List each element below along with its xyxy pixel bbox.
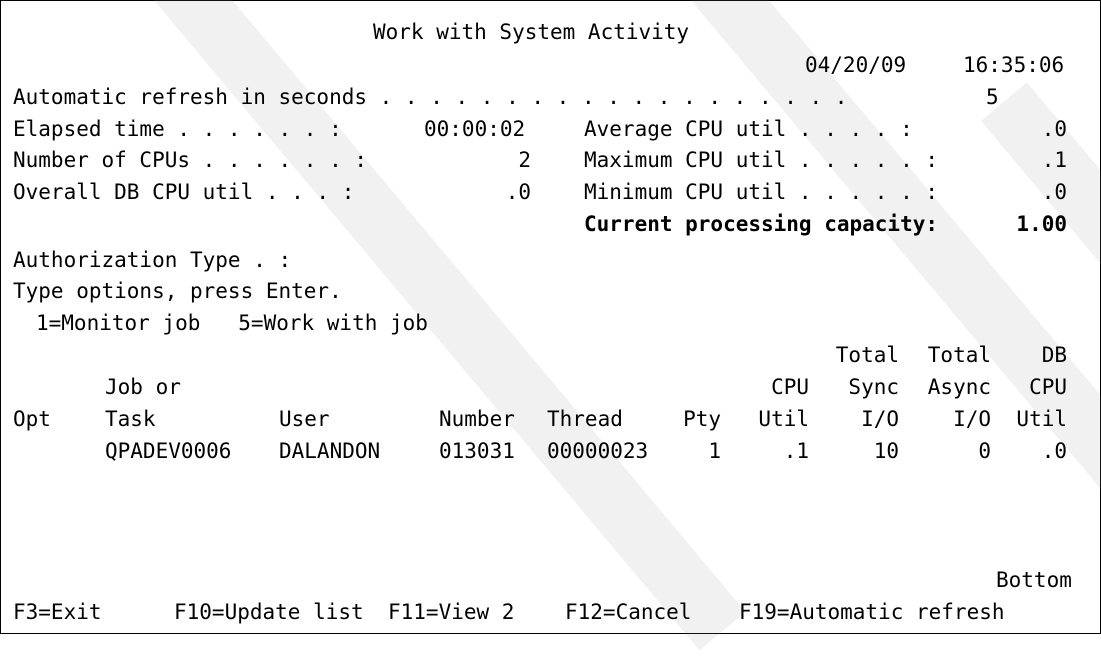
screen-time: 16:35:06 [963, 53, 1065, 77]
overall-db-cpu-value: .0 [505, 180, 531, 204]
col-db-top1: DB [1041, 343, 1067, 367]
option-input[interactable] [13, 438, 61, 464]
minimum-cpu-label: Minimum CPU util . . . . . : [584, 180, 939, 204]
options-legend: 1=Monitor job 5=Work with job [36, 311, 428, 335]
col-number: Number [439, 407, 515, 431]
col-db-top2: CPU [1029, 375, 1067, 399]
job-name-cell: QPADEV0006 [105, 439, 232, 463]
number-of-cpus-value: 2 [518, 148, 531, 172]
col-cpu-util: Util [758, 407, 809, 431]
bottom-indicator: Bottom [996, 568, 1072, 592]
maximum-cpu-value: .1 [1041, 148, 1067, 172]
col-thread: Thread [547, 407, 623, 431]
f10-update-list-key[interactable]: F10=Update list [174, 599, 364, 625]
col-cpu-top: CPU [771, 375, 809, 399]
overall-db-cpu-label: Overall DB CPU util . . . : [13, 180, 355, 204]
authorization-type-label: Authorization Type . : [13, 248, 292, 272]
col-total-sync-top1: Total [835, 343, 899, 367]
screen-date: 04/20/09 [805, 53, 907, 77]
average-cpu-value: .0 [1041, 117, 1067, 141]
average-cpu-label: Average CPU util . . . . : [584, 117, 913, 141]
minimum-cpu-value: .0 [1041, 180, 1067, 204]
col-job-top: Job or [105, 375, 181, 399]
priority-cell: 1 [708, 439, 721, 463]
col-opt: Opt [13, 407, 51, 431]
col-pty: Pty [683, 407, 721, 431]
processing-capacity-value: 1.00 [1016, 212, 1067, 236]
thread-cell: 00000023 [547, 439, 649, 463]
col-user: User [279, 407, 330, 431]
col-total-sync-top2: Sync [848, 375, 899, 399]
f12-cancel-key[interactable]: F12=Cancel [565, 599, 691, 625]
async-io-cell: 0 [978, 439, 991, 463]
col-db-cpu-util: Util [1016, 407, 1067, 431]
f11-view-2-key[interactable]: F11=View 2 [388, 599, 514, 625]
col-task: Task [105, 407, 156, 431]
refresh-label: Automatic refresh in seconds . . . . . .… [13, 85, 848, 109]
f19-automatic-refresh-key[interactable]: F19=Automatic refresh [739, 599, 1005, 625]
col-total-async-io: I/O [953, 407, 991, 431]
db-cpu-util-cell: .0 [1041, 439, 1067, 463]
refresh-interval-field[interactable]: 5 [986, 84, 999, 110]
elapsed-time-value: 00:00:02 [424, 117, 526, 141]
instructions-text: Type options, press Enter. [13, 279, 342, 303]
elapsed-time-label: Elapsed time . . . . . . : [13, 117, 342, 141]
screen-title: Work with System Activity [373, 20, 690, 44]
number-cell: 013031 [439, 439, 515, 463]
processing-capacity-label: Current processing capacity: [584, 212, 939, 236]
col-total-sync-io: I/O [861, 407, 899, 431]
maximum-cpu-label: Maximum CPU util . . . . . : [584, 148, 939, 172]
terminal-screen: Work with System Activity 04/20/09 16:35… [0, 0, 1101, 657]
number-of-cpus-label: Number of CPUs . . . . . . : [13, 148, 368, 172]
col-total-async-top1: Total [927, 343, 991, 367]
col-total-async-top2: Async [927, 375, 991, 399]
cpu-util-cell: .1 [783, 439, 809, 463]
sync-io-cell: 10 [873, 439, 899, 463]
user-cell: DALANDON [279, 439, 381, 463]
f3-exit-key[interactable]: F3=Exit [13, 599, 102, 625]
